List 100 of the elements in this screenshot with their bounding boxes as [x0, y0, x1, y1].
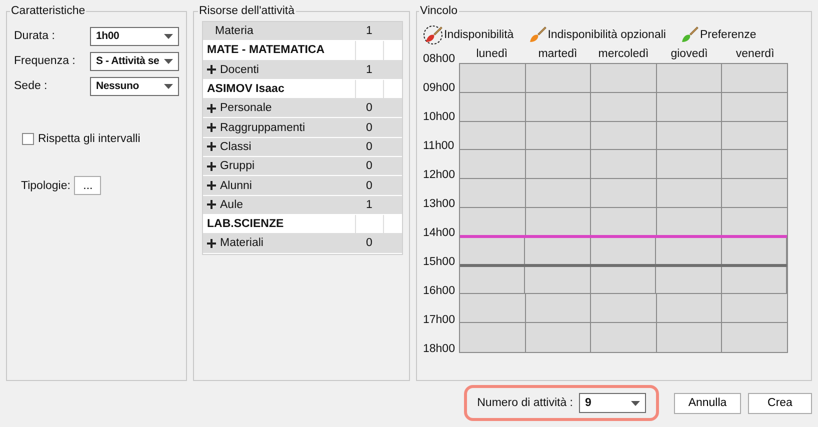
time-slot-cell[interactable] — [722, 64, 787, 93]
plus-icon — [207, 181, 216, 190]
schedule-grid[interactable] — [459, 63, 788, 353]
time-slot-cell[interactable] — [525, 266, 591, 294]
checkbox[interactable] — [22, 133, 34, 145]
time-slot-cell[interactable] — [460, 323, 526, 352]
time-slot-cell[interactable] — [526, 64, 592, 93]
count-cell-text: 0 — [365, 101, 374, 116]
time-slot-cell[interactable] — [656, 179, 722, 208]
hour-label: 17h00 — [423, 314, 456, 326]
caret-icon — [164, 58, 173, 64]
brush-tool[interactable]: Indisponibilità — [423, 25, 514, 45]
time-slot-cell[interactable] — [460, 208, 526, 237]
time-slot-cell[interactable] — [656, 208, 722, 237]
category-cell[interactable]: Raggruppamenti — [203, 118, 355, 137]
dropdown[interactable]: 9 — [579, 393, 646, 413]
time-slot-cell[interactable] — [460, 92, 526, 122]
count-cell-text: 0 — [365, 178, 374, 194]
caret-icon — [164, 84, 173, 88]
count-cell-text: 0 — [365, 140, 374, 155]
time-slot-cell[interactable] — [460, 122, 526, 150]
dialog-button[interactable]: Annulla — [674, 392, 741, 414]
plus-icon — [207, 65, 216, 74]
time-slot-cell[interactable] — [460, 294, 526, 324]
category-cell[interactable]: Materiali — [203, 234, 355, 253]
panel-title: Caratteristiche — [10, 5, 86, 17]
count-cell-text: 1 — [365, 198, 374, 213]
time-slot-cell[interactable] — [591, 179, 657, 208]
time-slot-cell[interactable] — [722, 323, 787, 352]
browse-button[interactable]: ... — [74, 176, 102, 195]
field-label: Frequenza : — [14, 55, 76, 67]
count-cell-text: 1 — [365, 62, 374, 78]
time-slot-cell[interactable] — [591, 150, 657, 180]
dropdown[interactable]: S - Attività se — [90, 52, 179, 70]
time-slot-cell[interactable] — [656, 92, 722, 122]
field-label: Durata : — [14, 30, 55, 42]
time-slot-cell[interactable] — [526, 179, 592, 208]
plus-icon — [207, 238, 216, 248]
day-header: martedì — [537, 48, 578, 60]
brush-tool[interactable]: Preferenze — [678, 25, 756, 45]
hour-label: 13h00 — [423, 198, 456, 210]
time-slot-cell[interactable] — [656, 64, 722, 93]
plus-icon — [207, 200, 216, 210]
time-slot-cell[interactable] — [526, 150, 592, 180]
time-slot-cell[interactable] — [460, 266, 526, 294]
category-cell[interactable]: Gruppi — [203, 157, 355, 176]
time-slot-cell[interactable] — [460, 236, 526, 266]
count-cell-text: 0 — [365, 236, 374, 252]
day-header: lunedì — [475, 48, 509, 60]
plus-icon — [207, 162, 216, 171]
hour-label: 09h00 — [423, 82, 456, 94]
time-slot-cell[interactable] — [656, 150, 722, 180]
time-slot-cell[interactable] — [722, 92, 787, 122]
hour-label: 08h00 — [423, 53, 456, 65]
time-slot-cell[interactable] — [526, 294, 592, 324]
time-slot-cell[interactable] — [591, 208, 657, 237]
time-slot-cell[interactable] — [590, 266, 656, 294]
dialog-button[interactable]: Crea — [748, 392, 812, 414]
time-slot-cell[interactable] — [656, 266, 722, 294]
time-slot-cell[interactable] — [656, 122, 722, 150]
time-slot-cell[interactable] — [591, 122, 657, 150]
time-slot-cell[interactable] — [591, 323, 657, 352]
time-slot-cell[interactable] — [722, 294, 787, 324]
dropdown[interactable]: 1h00 — [90, 26, 179, 46]
hour-label: 16h00 — [423, 285, 456, 297]
time-slot-cell[interactable] — [722, 150, 787, 180]
category-cell[interactable]: Alunni — [203, 176, 355, 195]
time-slot-cell[interactable] — [722, 179, 787, 208]
time-slot-cell[interactable] — [722, 266, 788, 294]
time-slot-cell[interactable] — [460, 64, 526, 93]
category-cell[interactable]: Aule — [203, 196, 355, 214]
time-slot-cell[interactable] — [591, 64, 657, 93]
count-cell-text: 1 — [365, 24, 374, 40]
day-header: mercoledì — [597, 48, 650, 60]
hour-label: 10h00 — [423, 111, 456, 123]
category-cell[interactable]: Materia — [203, 22, 355, 40]
time-slot-cell[interactable] — [526, 323, 592, 352]
time-slot-cell[interactable] — [591, 294, 657, 324]
time-slot-cell[interactable] — [722, 208, 787, 237]
brush-tool[interactable]: Indisponibilità opzionali — [526, 25, 666, 45]
hour-label: 14h00 — [423, 227, 456, 239]
caret-icon — [631, 400, 640, 406]
category-cell[interactable]: Classi — [203, 138, 355, 156]
field-label: Tipologie: — [21, 180, 70, 192]
category-cell[interactable]: Docenti — [203, 60, 355, 79]
dropdown[interactable]: Nessuno — [90, 76, 179, 96]
time-slot-cell[interactable] — [591, 92, 657, 122]
time-slot-cell[interactable] — [526, 208, 592, 237]
time-slot-cell[interactable] — [526, 122, 592, 150]
count-cell-text: 0 — [365, 159, 374, 174]
time-slot-cell[interactable] — [656, 294, 722, 324]
time-slot-cell[interactable] — [460, 179, 526, 208]
time-slot-cell[interactable] — [722, 122, 787, 150]
time-slot-cell[interactable] — [526, 92, 592, 122]
panel-title: Risorse dell'attività — [198, 5, 296, 17]
time-slot-cell[interactable] — [460, 150, 526, 180]
time-slot-cell[interactable] — [656, 323, 722, 352]
hour-label: 11h00 — [423, 140, 456, 152]
hour-label: 15h00 — [423, 256, 456, 268]
category-cell[interactable]: Personale — [203, 99, 355, 118]
